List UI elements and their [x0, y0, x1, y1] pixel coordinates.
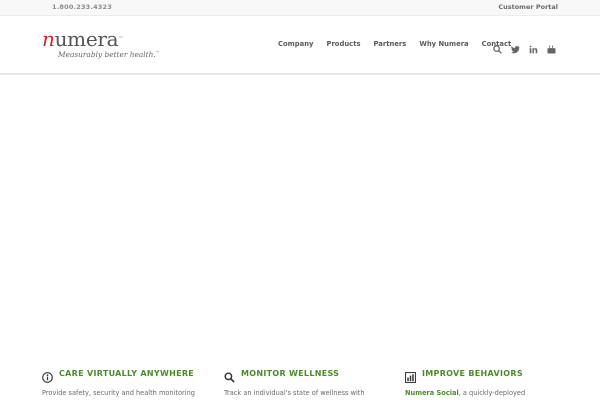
feature-monitor-wellness: MONITOR WELLNESS Track an individual's s…: [224, 368, 399, 397]
search-icon[interactable]: [493, 39, 502, 54]
numera-logo[interactable]: numera™ Measurably better health.™: [42, 29, 160, 59]
feature-title[interactable]: MONITOR WELLNESS: [241, 369, 339, 378]
feature-title[interactable]: CARE VIRTUALLY ANYWHERE: [59, 369, 194, 378]
info-icon: [42, 368, 53, 383]
top-bar: 1.800.233.4323 Customer Portal: [0, 0, 600, 16]
nav-company[interactable]: Company: [278, 40, 313, 48]
feature-care-anywhere: CARE VIRTUALLY ANYWHERE Provide safety, …: [42, 368, 217, 397]
chart-icon: [405, 368, 416, 383]
nav-icon-group: [484, 39, 556, 54]
customer-portal-link[interactable]: Customer Portal: [498, 3, 558, 11]
feature-text: Track an individual's state of wellness …: [224, 389, 365, 397]
logo-tagline: Measurably better health.™: [58, 50, 160, 59]
search-icon: [224, 368, 235, 383]
feature-title[interactable]: IMPROVE BEHAVIORS: [422, 369, 523, 378]
features-row: CARE VIRTUALLY ANYWHERE Provide safety, …: [0, 343, 600, 400]
feature-text: Provide safety, security and health moni…: [42, 389, 195, 397]
logo-wordmark: numera™: [42, 27, 123, 51]
linkedin-icon[interactable]: [529, 39, 538, 54]
numera-social-link[interactable]: Numera Social: [405, 389, 459, 397]
nav-why-numera[interactable]: Why Numera: [419, 40, 468, 48]
youtube-icon[interactable]: [547, 39, 556, 54]
site-header: numera™ Measurably better health.™ Compa…: [0, 16, 600, 74]
feature-improve-behaviors: IMPROVE BEHAVIORS Numera Social, a quick…: [405, 368, 580, 397]
nav-products[interactable]: Products: [326, 40, 360, 48]
nav-partners[interactable]: Partners: [374, 40, 407, 48]
feature-text: Numera Social, a quickly-deployed: [405, 389, 526, 397]
phone-number[interactable]: 1.800.233.4323: [52, 3, 112, 11]
hero-area: [0, 74, 600, 344]
twitter-icon[interactable]: [511, 39, 520, 54]
